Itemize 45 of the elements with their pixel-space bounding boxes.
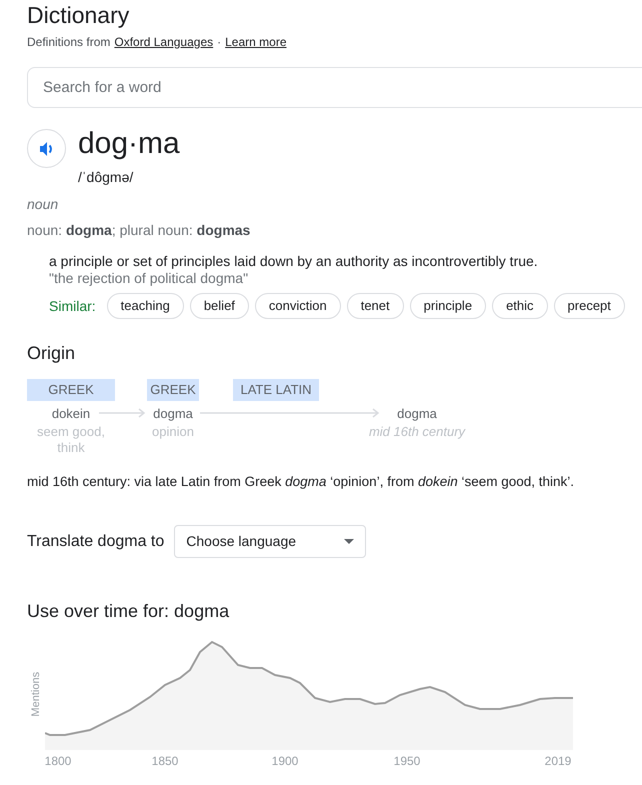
pronunciation: /ˈdôɡmə/	[78, 168, 134, 187]
section-title: Dictionary	[27, 1, 130, 29]
x-axis-label: 2019	[544, 753, 572, 770]
usage-title: Use over time for: dogma	[27, 600, 230, 624]
etymon-gloss: opinion	[151, 424, 195, 440]
example: "the rejection of political dogma"	[49, 270, 250, 287]
source-link[interactable]: Oxford Languages	[114, 33, 214, 51]
x-axis-label: 1850	[152, 753, 178, 770]
similar-chip[interactable]: tenet	[346, 293, 404, 319]
definition: a principle or set of principles laid down by an authority as incontrovertibly true.	[49, 252, 539, 270]
language-label: GREEK	[147, 379, 199, 401]
x-axis-label: 1800	[44, 753, 72, 770]
headword: dog·ma	[78, 126, 180, 162]
origin-title: Origin	[27, 342, 76, 365]
word-forms: noun: dogma; plural noun: dogmas	[27, 221, 252, 240]
speaker-button[interactable]	[27, 129, 66, 168]
language-label: LATE LATIN	[233, 379, 319, 401]
etymon-gloss: mid 16th century	[368, 424, 466, 440]
language-label: GREEK	[27, 379, 115, 401]
etymon-word: dokein	[52, 405, 90, 423]
similar-label: Similar:	[49, 296, 96, 316]
similar-chip[interactable]: ethic	[492, 293, 548, 319]
arrow-icon	[99, 408, 147, 418]
etymon-gloss: seem good, think	[36, 424, 106, 456]
translate-label: Translate dogma to	[27, 532, 164, 552]
similar-chip[interactable]: precept	[554, 293, 625, 319]
etymon-word: dogma	[153, 405, 193, 423]
arrow-icon	[200, 408, 381, 418]
source-text: Definitions from	[27, 34, 110, 51]
learn-more-link[interactable]: Learn more	[225, 33, 286, 51]
x-axis-label: 1900	[272, 753, 298, 770]
x-axis-label: 1950	[394, 753, 420, 770]
similar-chip[interactable]: principle	[410, 293, 486, 319]
similar-chip[interactable]: belief	[190, 293, 249, 319]
origin-text: mid 16th century: via late Latin from Greek dogma ‘opinion’, from dokein ‘seem good, think’.	[27, 473, 576, 491]
separator: ·	[217, 34, 222, 51]
similar-chip[interactable]: conviction	[254, 293, 341, 319]
etymon-word: dogma	[397, 405, 437, 423]
similar-chip[interactable]: teaching	[106, 293, 184, 319]
speaker-icon	[38, 140, 54, 156]
caret-icon	[344, 539, 354, 544]
search-field[interactable]: Search for a word	[27, 67, 642, 108]
language-select[interactable]: Choose language	[174, 525, 366, 558]
part-of-speech: noun	[27, 195, 60, 214]
y-axis-label: Mentions	[28, 671, 43, 716]
